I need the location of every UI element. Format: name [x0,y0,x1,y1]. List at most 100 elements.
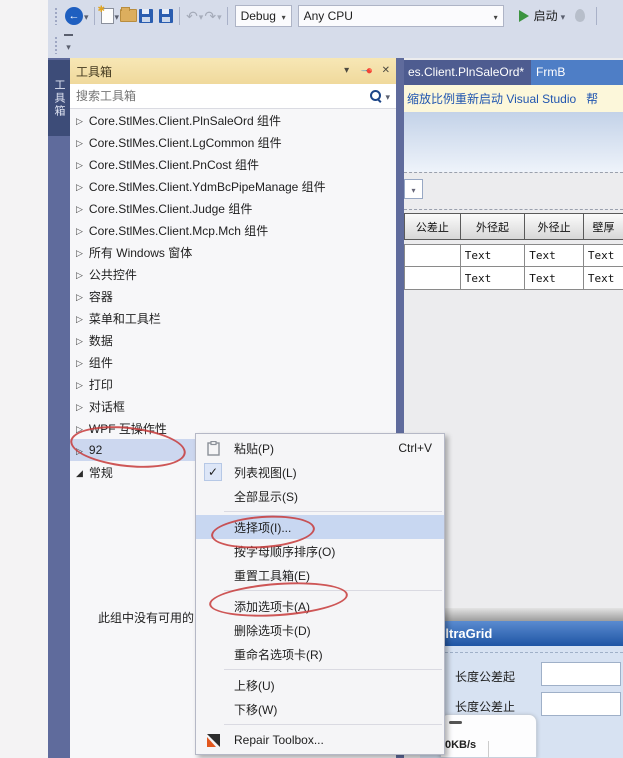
toolbar-drag-grip[interactable] [54,7,59,25]
menu-shortcut: Ctrl+V [398,441,432,455]
toolbox-group-label: 组件 [89,354,113,371]
expander-collapsed-icon[interactable] [76,443,89,457]
pin-icon[interactable]: 📍 [360,65,370,77]
toolbox-group[interactable]: 所有 Windows 窗体 [70,241,396,263]
expander-collapsed-icon[interactable] [76,399,89,413]
check-icon [204,463,222,481]
save-button[interactable] [138,4,154,28]
menu-item-label: 添加选项卡(A) [234,598,432,615]
menu-item-choose-items[interactable]: 选择项(I)... [196,515,444,539]
menu-item-label: 按字母顺序排序(O) [234,543,432,560]
expander-collapsed-icon[interactable] [76,179,89,193]
toolbox-header[interactable]: 工具箱 ▾ 📍 ✕ [70,58,396,84]
expander-collapsed-icon[interactable] [76,135,89,149]
expander-collapsed-icon[interactable] [76,201,89,215]
new-item-button[interactable] [100,4,115,28]
toolbox-group-label: 对话框 [89,398,125,415]
back-dropdown-caret-icon[interactable] [84,7,89,25]
toolbox-group[interactable]: 打印 [70,373,396,395]
expander-collapsed-icon[interactable] [76,289,89,303]
menu-separator [224,590,442,591]
menu-item-reset-toolbox[interactable]: 重置工具箱(E) [196,563,444,587]
menu-item-label: 重置工具箱(E) [234,567,432,584]
toolbar-drag-grip[interactable] [54,36,59,54]
hot-reload-button[interactable] [574,4,586,28]
menu-item-repair-toolbox[interactable]: Repair Toolbox... [196,728,444,752]
toolbox-group[interactable]: 组件 [70,351,396,373]
toolbox-group[interactable]: Core.StlMes.Client.Mcp.Mch 组件 [70,219,396,241]
tab-frmb[interactable]: FrmB [531,60,623,85]
toolbar-separator [227,7,228,25]
toolbox-autohide-tab[interactable]: 工具箱 [48,60,70,136]
expander-expanded-icon[interactable] [76,465,89,479]
dpi-infobar: 缩放比例重新启动 Visual Studio 帮 [404,85,623,112]
open-folder-icon [120,9,137,22]
expander-collapsed-icon[interactable] [76,113,89,127]
expander-collapsed-icon[interactable] [76,267,89,281]
net-speed-widget[interactable]: 0KB/s [440,714,537,758]
menu-item-move-up[interactable]: 上移(U) [196,673,444,697]
search-input[interactable] [76,89,369,103]
grid-col-header: 壁厚 [584,213,623,240]
save-all-button[interactable] [154,4,174,28]
start-debugging-button[interactable]: 启动 [518,4,567,28]
toolbox-group-label: 数据 [89,332,113,349]
menu-item-label: 下移(W) [234,701,432,718]
window-position-menu-icon[interactable]: ▾ [344,66,349,76]
expander-collapsed-icon[interactable] [76,421,89,435]
tab-plnsaleord[interactable]: es.Client.PlnSaleOrd* [404,60,531,85]
toolbox-group[interactable]: 容器 [70,285,396,307]
toolbar-overflow-button[interactable] [64,34,73,55]
expander-collapsed-icon[interactable] [76,355,89,369]
grid-col-header: 外径止 [525,213,584,240]
length-tolerance-to-input[interactable] [541,692,621,716]
menu-item-delete-tab[interactable]: 删除选项卡(D) [196,618,444,642]
toolbar-row-secondary [48,31,623,58]
redo-icon: ↷ [204,9,216,23]
toolbox-group[interactable]: 数据 [70,329,396,351]
length-tolerance-from-input[interactable] [541,662,621,686]
toolbox-group-label: Core.StlMes.Client.LgCommon 组件 [89,134,282,151]
expander-collapsed-icon[interactable] [76,333,89,347]
menu-item-sort-alphabetically[interactable]: 按字母顺序排序(O) [196,539,444,563]
form-combobox[interactable] [404,179,423,199]
grid-col-header: 外径起 [461,213,526,240]
redo-dropdown-caret-icon[interactable] [217,7,222,25]
solution-platform-combo[interactable]: Any CPU [298,5,504,27]
toolbox-group-label: Core.StlMes.Client.Judge 组件 [89,200,252,217]
toolbox-group[interactable]: Core.StlMes.Client.Judge 组件 [70,197,396,219]
search-icon[interactable] [369,89,383,103]
menu-item-list-view[interactable]: 列表视图(L) [196,460,444,484]
open-file-button[interactable] [119,4,138,28]
redo-button[interactable]: ↷ [203,4,217,28]
expander-collapsed-icon[interactable] [76,311,89,325]
navigate-back-button[interactable]: ← [64,4,84,28]
save-all-icon [159,9,173,23]
close-icon[interactable]: ✕ [382,66,390,76]
undo-button[interactable]: ↶ [185,4,199,28]
solution-configuration-combo[interactable]: Debug [235,5,292,27]
restart-link[interactable]: 缩放比例重新启动 Visual Studio [407,90,576,107]
toolbox-group[interactable]: 公共控件 [70,263,396,285]
menu-item-move-down[interactable]: 下移(W) [196,697,444,721]
expander-collapsed-icon[interactable] [76,245,89,259]
menu-separator [224,511,442,512]
menu-item-paste[interactable]: 粘贴(P) Ctrl+V [196,436,444,460]
toolbox-group[interactable]: 菜单和工具栏 [70,307,396,329]
expander-collapsed-icon[interactable] [76,223,89,237]
expander-collapsed-icon[interactable] [76,377,89,391]
toolbox-group[interactable]: Core.StlMes.Client.LgCommon 组件 [70,131,396,153]
toolbox-group[interactable]: Core.StlMes.Client.YdmBcPipeManage 组件 [70,175,396,197]
search-options-caret-icon[interactable] [385,87,390,105]
expander-collapsed-icon[interactable] [76,157,89,171]
toolbox-group[interactable]: Core.StlMes.Client.PlnSaleOrd 组件 [70,109,396,131]
menu-item-show-all[interactable]: 全部显示(S) [196,484,444,508]
menu-item-rename-tab[interactable]: 重命名选项卡(R) [196,642,444,666]
menu-item-add-tab[interactable]: 添加选项卡(A) [196,594,444,618]
undo-icon: ↶ [186,9,198,23]
toolbox-group[interactable]: Core.StlMes.Client.PnCost 组件 [70,153,396,175]
toolbox-group[interactable]: 对话框 [70,395,396,417]
help-link[interactable]: 帮 [586,90,598,107]
form-grid[interactable]: 公差止 外径起 外径止 壁厚 Text Text Text Text Text … [404,213,623,290]
grid-cell: Text [584,244,623,267]
